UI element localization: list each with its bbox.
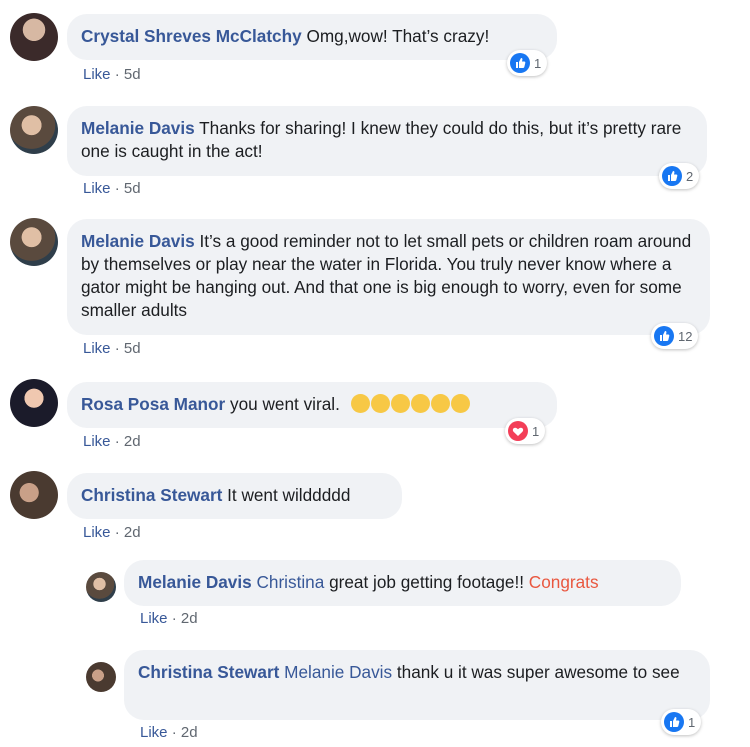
comment-bubble: Rosa Posa Manor you went viral. bbox=[67, 382, 557, 428]
avatar[interactable] bbox=[86, 572, 116, 602]
thumbs-up-icon bbox=[510, 53, 530, 73]
comment-meta: Like · 2d bbox=[83, 433, 141, 450]
like-link[interactable]: Like bbox=[83, 433, 111, 450]
comment-author[interactable]: Rosa Posa Manor bbox=[81, 394, 225, 414]
reaction-count: 2 bbox=[686, 168, 694, 184]
comment-bubble: Crystal Shreves McClatchy Omg,wow! That’… bbox=[67, 14, 557, 60]
comment-meta: Like · 2d bbox=[140, 724, 198, 741]
avatar[interactable] bbox=[10, 471, 58, 519]
timestamp[interactable]: 5d bbox=[124, 66, 141, 83]
face-emoji-icon bbox=[370, 394, 390, 413]
like-link[interactable]: Like bbox=[83, 180, 111, 197]
face-emoji-icon bbox=[450, 394, 470, 413]
comment-author[interactable]: Melanie Davis bbox=[138, 572, 252, 592]
thumbs-up-icon bbox=[654, 326, 674, 346]
comment-bubble: Melanie Davis It’s a good reminder not t… bbox=[67, 219, 710, 335]
comment-author[interactable]: Christina Stewart bbox=[138, 662, 279, 682]
comment-bubble: Christina Stewart It went wilddddd bbox=[67, 473, 402, 519]
reaction-count-badge[interactable]: 1 bbox=[505, 418, 546, 444]
comment-meta: Like · 5d bbox=[83, 180, 141, 197]
comment-author[interactable]: Christina Stewart bbox=[81, 485, 222, 505]
comment-author[interactable]: Melanie Davis bbox=[81, 231, 195, 251]
comment-author[interactable]: Melanie Davis bbox=[81, 118, 195, 138]
mention-link[interactable]: Melanie Davis bbox=[284, 662, 392, 682]
avatar[interactable] bbox=[10, 13, 58, 61]
comment-meta: Like · 2d bbox=[83, 524, 141, 541]
like-link[interactable]: Like bbox=[83, 340, 111, 357]
comment-text: Omg,wow! That’s crazy! bbox=[306, 26, 490, 46]
reaction-count: 1 bbox=[532, 423, 540, 439]
reaction-count-badge[interactable]: 1 bbox=[507, 50, 548, 76]
reaction-count: 12 bbox=[678, 328, 693, 344]
face-emoji-icon bbox=[390, 394, 410, 413]
reaction-count: 1 bbox=[688, 714, 696, 730]
thumbs-up-icon bbox=[662, 166, 682, 186]
timestamp[interactable]: 2d bbox=[124, 433, 141, 450]
like-link[interactable]: Like bbox=[140, 724, 168, 741]
mention-link[interactable]: Christina bbox=[256, 572, 324, 592]
timestamp[interactable]: 5d bbox=[124, 180, 141, 197]
face-emoji-icon bbox=[430, 394, 450, 413]
reaction-count: 1 bbox=[534, 55, 542, 71]
avatar[interactable] bbox=[86, 662, 116, 692]
timestamp[interactable]: 5d bbox=[124, 340, 141, 357]
comment-meta: Like · 5d bbox=[83, 340, 141, 357]
avatar[interactable] bbox=[10, 218, 58, 266]
like-link[interactable]: Like bbox=[140, 610, 168, 627]
comment-bubble: Christina Stewart Melanie Davis thank u … bbox=[124, 650, 710, 720]
timestamp[interactable]: 2d bbox=[181, 724, 198, 741]
heart-icon bbox=[508, 421, 528, 441]
face-emoji-icon bbox=[410, 394, 430, 413]
avatar[interactable] bbox=[10, 379, 58, 427]
comment-bubble: Melanie Davis Thanks for sharing! I knew… bbox=[67, 106, 707, 176]
timestamp[interactable]: 2d bbox=[124, 524, 141, 541]
like-link[interactable]: Like bbox=[83, 66, 111, 83]
reaction-count-badge[interactable]: 12 bbox=[651, 323, 699, 349]
comment-text: thank u it was super awesome to see bbox=[396, 662, 680, 682]
like-link[interactable]: Like bbox=[83, 524, 111, 541]
comment-text: It went wilddddd bbox=[227, 485, 351, 505]
reaction-count-badge[interactable]: 2 bbox=[659, 163, 700, 189]
comment-meta: Like · 2d bbox=[140, 610, 198, 627]
face-emoji-icon bbox=[350, 394, 370, 413]
highlight-text: Congrats bbox=[528, 572, 599, 592]
reaction-count-badge[interactable]: 1 bbox=[661, 709, 702, 735]
avatar[interactable] bbox=[10, 106, 58, 154]
comment-text: you went viral. bbox=[230, 394, 340, 414]
thumbs-up-icon bbox=[664, 712, 684, 732]
comment-meta: Like · 5d bbox=[83, 66, 141, 83]
timestamp[interactable]: 2d bbox=[181, 610, 198, 627]
comment-text: great job getting footage!! bbox=[329, 572, 525, 592]
comment-bubble: Melanie Davis Christina great job gettin… bbox=[124, 560, 681, 606]
comment-author[interactable]: Crystal Shreves McClatchy bbox=[81, 26, 302, 46]
